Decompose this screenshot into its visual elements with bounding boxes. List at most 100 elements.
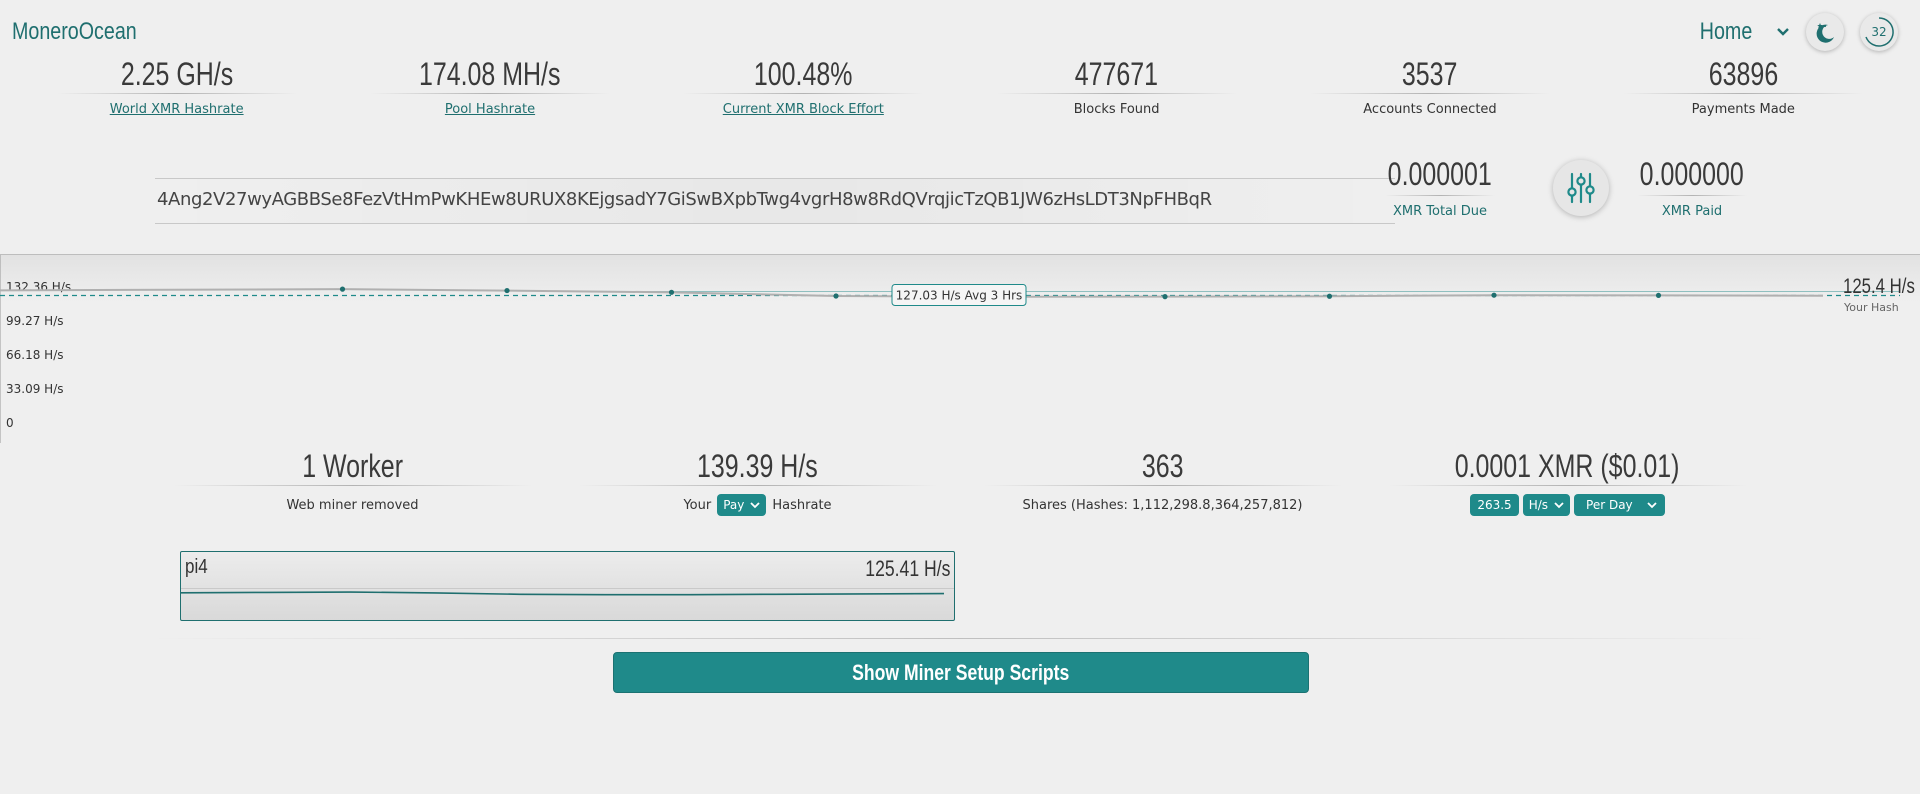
stat-label: Payments Made [1691, 102, 1795, 117]
worker-count: 1 Worker Web miner removed [150, 448, 555, 516]
calc-period-value: Per Day [1586, 498, 1633, 512]
stat-pool-hashrate: 174.08 MH/s Pool Hashrate [360, 56, 620, 117]
worker-sparkline [181, 591, 945, 596]
wallet-address-field[interactable]: 4Ang2V27wyAGBBSe8FezVtHmPwKHEw8URUX8KEjg… [155, 178, 1395, 224]
y-tick-label: 0 [6, 416, 14, 430]
divider [577, 485, 938, 486]
sliders-icon [1567, 172, 1595, 204]
stat-value: 100.48% [754, 56, 853, 92]
shares-label: Shares (Hashes: 1,112,298.8,364,257,812) [960, 494, 1365, 516]
hashrate-suffix: Hashrate [772, 497, 832, 513]
pool-stats: 2.25 GH/s World XMR Hashrate 174.08 MH/s… [0, 56, 1920, 117]
setup-button-label: Show Miner Setup Scripts [852, 659, 1070, 685]
paid-label: XMR Paid [1661, 204, 1723, 219]
stat-value: 174.08 MH/s [419, 56, 561, 92]
chevron-down-icon [1777, 28, 1789, 36]
worker-card[interactable]: pi4 125.41 H/s [180, 551, 955, 621]
your-hashrate-label: Your Pay Hashrate [555, 494, 960, 516]
stat-value: 477671 [1074, 56, 1159, 92]
brand-logo[interactable]: MoneroOcean [12, 18, 137, 46]
worker-name: pi4 [185, 556, 208, 578]
calc-unit-value: H/s [1528, 498, 1549, 512]
current-hashrate-value: 125.4 H/s [1843, 275, 1915, 298]
earnings-calculator: 0.0001 XMR ($0.01) 263.5 H/s Per Day [1365, 448, 1770, 516]
countdown-ring-icon [1865, 17, 1894, 47]
refresh-countdown-button[interactable]: 32 [1860, 13, 1898, 51]
settings-button[interactable] [1553, 160, 1609, 216]
stat-link-world-hashrate[interactable]: World XMR Hashrate [47, 102, 307, 117]
earnings-value: 0.0001 XMR ($0.01) [1455, 448, 1680, 484]
data-point [1491, 292, 1497, 298]
theme-toggle-button[interactable] [1806, 13, 1844, 51]
top-nav: Home 32 [1694, 12, 1898, 52]
hashrate-mode-value: Pay [723, 498, 745, 512]
divider [1309, 93, 1550, 94]
divider [683, 93, 924, 94]
average-label-text: 127.03 H/s Avg 3 Hrs [896, 288, 1023, 302]
average-label: 127.03 H/s Avg 3 Hrs [891, 283, 1027, 306]
stat-label: Blocks Found [1073, 102, 1160, 117]
chevron-down-icon [1554, 501, 1564, 508]
nav-home-label: Home [1699, 18, 1753, 45]
worker-count-label: Web miner removed [150, 494, 555, 516]
wallet-address: 4Ang2V27wyAGBBSe8FezVtHmPwKHEw8URUX8KEjg… [157, 189, 1212, 210]
hashrate-mode-select[interactable]: Pay [717, 494, 767, 516]
divider [996, 93, 1237, 94]
your-hashrate-value: 139.39 H/s [697, 448, 818, 484]
nav-home-dropdown[interactable]: Home [1694, 18, 1790, 46]
stat-link-pool-hashrate[interactable]: Pool Hashrate [360, 102, 620, 117]
y-tick-label: 99.27 H/s [6, 314, 64, 328]
worker-count-value: 1 Worker [302, 448, 403, 484]
stat-block-effort: 100.48% Current XMR Block Effort [673, 56, 933, 117]
shares-value: 363 [1141, 448, 1184, 484]
moon-stars-icon [1816, 23, 1834, 43]
calc-unit-select[interactable]: H/s [1522, 494, 1571, 516]
stat-label: Accounts Connected [1363, 102, 1497, 117]
divider [1623, 93, 1864, 94]
y-tick-label: 33.09 H/s [6, 382, 64, 396]
total-due-value: 0.000001 [1387, 156, 1493, 192]
divider [982, 485, 1343, 486]
xmr-total-due: 0.000001 XMR Total Due [1370, 156, 1510, 219]
earnings-controls: 263.5 H/s Per Day [1365, 494, 1770, 516]
section-divider [150, 638, 1770, 639]
paid-value: 0.000000 [1639, 156, 1745, 192]
web-miner-status: Web miner removed [286, 497, 419, 513]
data-point [504, 287, 510, 294]
shares: 363 Shares (Hashes: 1,112,298.8,364,257,… [960, 448, 1365, 516]
y-tick-label: 132.36 H/s [6, 280, 71, 294]
divider [1637, 195, 1747, 196]
divider [172, 485, 533, 486]
data-point [833, 293, 839, 299]
divider [1387, 485, 1748, 486]
shares-label-text: Shares (Hashes: 1,112,298.8,364,257,812) [1022, 497, 1303, 513]
hashrate-chart[interactable]: 132.36 H/s 99.27 H/s 66.18 H/s 33.09 H/s 0 1… [0, 255, 1920, 443]
y-tick-label: 66.18 H/s [6, 348, 64, 362]
divider [369, 93, 610, 94]
data-point [339, 286, 346, 292]
current-hashrate-label: Your Hash [1843, 301, 1899, 314]
worker-hashrate: 125.41 H/s [864, 556, 950, 581]
worker-stats: 1 Worker Web miner removed 139.39 H/s Yo… [150, 448, 1770, 516]
data-point [1162, 294, 1168, 300]
stat-world-hashrate: 2.25 GH/s World XMR Hashrate [47, 56, 307, 117]
your-hashrate: 139.39 H/s Your Pay Hashrate [555, 448, 960, 516]
chevron-down-icon [1647, 501, 1657, 508]
hashrate-prefix: Your [683, 497, 712, 513]
divider [56, 93, 297, 94]
data-point [668, 289, 675, 295]
divider [1385, 195, 1495, 196]
show-miner-setup-scripts-button[interactable]: Show Miner Setup Scripts [613, 652, 1309, 693]
chevron-down-icon [750, 501, 761, 508]
stat-accounts-connected: 3537 Accounts Connected [1300, 56, 1560, 117]
calc-period-select[interactable]: Per Day [1574, 494, 1665, 516]
calc-hashrate-input[interactable]: 263.5 [1470, 494, 1519, 516]
total-due-label: XMR Total Due [1392, 204, 1488, 219]
stat-value: 2.25 GH/s [120, 56, 233, 92]
xmr-paid: 0.000000 XMR Paid [1622, 156, 1762, 219]
stat-payments-made: 63896 Payments Made [1613, 56, 1873, 117]
stat-value: 3537 [1402, 56, 1458, 92]
stat-link-block-effort[interactable]: Current XMR Block Effort [673, 102, 933, 117]
stat-value: 63896 [1708, 56, 1778, 92]
data-point [1326, 293, 1333, 299]
